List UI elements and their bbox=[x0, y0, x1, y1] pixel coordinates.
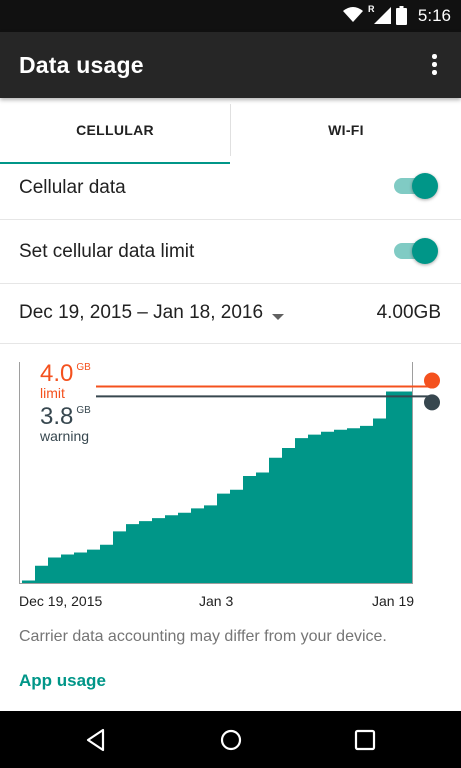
warning-handle[interactable] bbox=[424, 394, 440, 411]
tab-cellular[interactable]: CELLULAR bbox=[0, 98, 230, 164]
tab-wifi[interactable]: WI-FI bbox=[231, 98, 461, 164]
signal-icon bbox=[374, 7, 391, 24]
warning-value: 3.8 bbox=[40, 403, 74, 430]
limit-annotation: 4.0 GB limit bbox=[40, 360, 91, 401]
warning-label: warning bbox=[40, 428, 90, 444]
battery-icon bbox=[396, 6, 407, 25]
limit-value: 4.0 bbox=[40, 360, 74, 387]
app-bar: Data usage bbox=[0, 32, 461, 98]
switch-thumb bbox=[412, 173, 438, 199]
wifi-icon bbox=[343, 7, 363, 22]
app-usage-link[interactable]: App usage bbox=[19, 671, 106, 691]
usage-chart[interactable]: 4.0 GB limit 3.8 GB warning Dec 19, 2015 J… bbox=[0, 350, 461, 620]
page-title: Data usage bbox=[19, 52, 144, 78]
navigation-bar bbox=[0, 711, 461, 768]
back-icon[interactable] bbox=[83, 727, 109, 753]
switch-thumb bbox=[412, 238, 438, 264]
cycle-total: 4.00GB bbox=[376, 302, 441, 323]
data-limit-label: Set cellular data limit bbox=[19, 241, 195, 262]
tab-bar: CELLULAR WI-FI bbox=[0, 98, 461, 164]
more-vert-icon[interactable] bbox=[427, 52, 441, 78]
cycle-row[interactable]: Dec 19, 2015 – Jan 18, 2016 4.00GB bbox=[0, 284, 461, 344]
status-time: 5:16 bbox=[417, 6, 451, 25]
x-tick-label: Jan 19 bbox=[372, 593, 415, 609]
limit-unit: GB bbox=[76, 362, 91, 373]
cellular-data-switch[interactable] bbox=[394, 173, 438, 199]
data-limit-switch[interactable] bbox=[394, 238, 438, 264]
warning-unit: GB bbox=[76, 405, 91, 416]
arrow-drop-down-icon[interactable] bbox=[272, 314, 284, 320]
home-icon[interactable] bbox=[218, 727, 244, 753]
limit-handle[interactable] bbox=[424, 372, 440, 389]
recents-icon[interactable] bbox=[352, 727, 378, 753]
limit-label: limit bbox=[40, 385, 65, 401]
status-bar: R 5:16 bbox=[0, 0, 461, 32]
carrier-disclaimer: Carrier data accounting may differ from … bbox=[19, 628, 387, 645]
cellular-data-row[interactable]: Cellular data bbox=[0, 164, 461, 220]
x-tick-label: Jan 3 bbox=[199, 593, 234, 609]
warning-annotation: 3.8 GB warning bbox=[40, 403, 91, 444]
x-tick-label: Dec 19, 2015 bbox=[19, 593, 103, 609]
cycle-range[interactable]: Dec 19, 2015 – Jan 18, 2016 bbox=[19, 302, 263, 324]
cellular-data-label: Cellular data bbox=[19, 177, 126, 198]
data-limit-row[interactable]: Set cellular data limit bbox=[0, 220, 461, 284]
